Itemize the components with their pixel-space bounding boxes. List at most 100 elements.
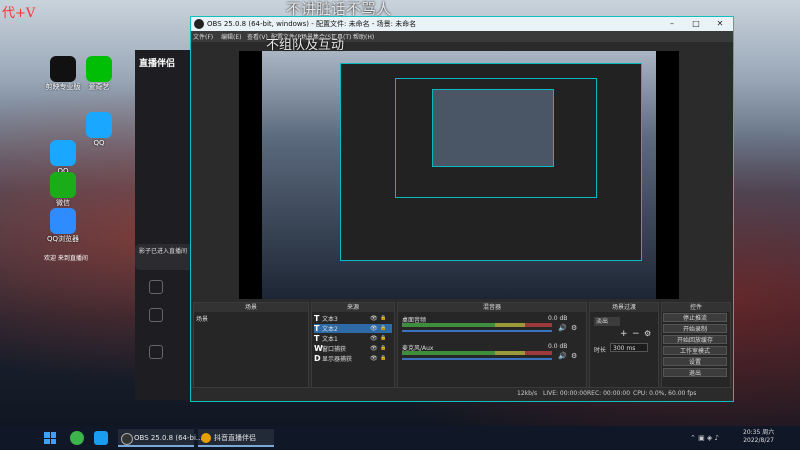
lock-icon[interactable]: 🔒 [380, 314, 386, 323]
desktop-icon[interactable]: QQ浏览器 [44, 208, 82, 243]
preview-capture [262, 51, 656, 299]
capcut-icon [50, 56, 76, 82]
gear-icon[interactable]: ⚙ [571, 352, 577, 360]
source-label: 显示器捕获 [322, 356, 353, 363]
watermark-mid-text: 不组队及互动 [266, 38, 345, 53]
clock-time: 20:35 周六 [743, 429, 775, 436]
obs-window: OBS 25.0.8 (64-bit, windows) - 配置文件: 未命名… [190, 16, 734, 402]
minimize-button[interactable]: – [661, 18, 683, 30]
taskbar-clock[interactable]: 20:35 周六 2022/8/27 [743, 429, 774, 445]
taskbar-app-button[interactable]: 抖音直播伴侣 [198, 429, 274, 447]
desktop-icon[interactable]: 微信 [44, 172, 82, 207]
desktop-icon[interactable]: QQ [44, 140, 82, 175]
visibility-eye-icon[interactable]: 👁 [370, 314, 378, 323]
nested-obs-capture-deep [432, 89, 554, 167]
lock-icon[interactable]: 🔒 [380, 344, 386, 353]
speaker-icon[interactable]: 🔊 [558, 324, 567, 332]
volume-slider[interactable] [402, 330, 552, 332]
gear-icon[interactable]: ⚙ [644, 329, 651, 338]
control-button[interactable]: 设置 [663, 357, 727, 366]
source-label: 窗口捕获 [322, 346, 347, 353]
menu-item[interactable]: 编辑(E) [221, 32, 241, 41]
lock-icon[interactable]: 🔒 [380, 324, 386, 333]
qq-icon [50, 140, 76, 166]
download-icon[interactable] [149, 280, 163, 294]
scene-item[interactable]: 场景 [196, 315, 306, 324]
mixer-dock: 混音器 桌面音频 0.0 dB 🔊 ⚙ 麦克风/Aux 0.0 dB 🔊 ⚙ [397, 302, 587, 388]
obs-window-title: OBS 25.0.8 (64-bit, windows) - 配置文件: 未命名… [207, 20, 417, 28]
visibility-eye-icon[interactable]: 👁 [370, 354, 378, 363]
menu-item[interactable]: 帮助(H) [353, 32, 374, 41]
zhibo-logo: 直播伴侣 [139, 59, 176, 69]
visibility-eye-icon[interactable]: 👁 [370, 344, 378, 353]
taskbar-player-icon[interactable] [94, 431, 108, 445]
obs-icon [121, 433, 133, 445]
transitions-dock-title: 场景过渡 [590, 303, 658, 312]
source-label: 文本3 [322, 316, 338, 323]
zhibo-side-panel: 直播伴侣 [135, 50, 197, 400]
sources-dock-title: 来源 [312, 303, 394, 312]
source-label: 文本2 [322, 326, 338, 333]
taskbar-app-label: OBS 25.0.8 (64-bi... [134, 434, 203, 442]
remove-transition-button[interactable]: − [632, 329, 640, 339]
transition-select[interactable]: 淡出 [594, 317, 620, 326]
chat-icon[interactable] [149, 345, 163, 359]
mixer-dock-title: 混音器 [398, 303, 586, 312]
desktop-icon-label: QQ浏览器 [46, 235, 80, 243]
volume-meter [402, 323, 552, 327]
desktop-icon-label: 爱奇艺 [88, 83, 110, 91]
obs-app-icon [194, 19, 204, 29]
obs-status-bar: 12kb/s LIVE: 00:00:00 REC: 00:00:00 CPU:… [191, 387, 733, 400]
control-button[interactable]: 工作室模式 [663, 346, 727, 355]
visibility-eye-icon[interactable]: 👁 [370, 324, 378, 333]
nested-obs-capture-inner [395, 78, 597, 198]
desktop-icon-label: 微信 [56, 199, 70, 207]
taskbar: OBS 25.0.8 (64-bi... 抖音直播伴侣 ⌃ ▣ ◈ ♪ 20:35… [0, 426, 800, 450]
taskbar-app-label: 抖音直播伴侣 [214, 434, 256, 442]
source-item[interactable]: T 文本1 👁 🔒 [314, 334, 392, 343]
maximize-button[interactable]: □ [685, 18, 707, 30]
obs-title-bar[interactable]: OBS 25.0.8 (64-bit, windows) - 配置文件: 未命名… [191, 17, 733, 31]
qq-icon [86, 112, 112, 138]
menu-item[interactable]: 文件(F) [193, 32, 213, 41]
duration-input[interactable]: 300 ms [610, 343, 648, 352]
speaker-icon[interactable]: 🔊 [558, 352, 567, 360]
lock-icon[interactable]: 🔒 [380, 334, 386, 343]
desktop-icon-label: 剪映专业版 [45, 83, 81, 91]
control-button[interactable]: 开始回放缓存 [663, 335, 727, 344]
taskbar-app-button[interactable]: OBS 25.0.8 (64-bi... [118, 429, 203, 447]
mixer-channel-level: 0.0 dB [548, 315, 568, 322]
source-label: 文本1 [322, 336, 338, 343]
source-item[interactable]: D显示器捕获 👁 🔒 [314, 354, 392, 363]
source-type-icon: T [314, 314, 320, 323]
zhibo-icon [201, 433, 211, 443]
download-icon[interactable] [149, 308, 163, 322]
scenes-dock-title: 场景 [194, 303, 308, 312]
add-transition-button[interactable]: + [620, 329, 628, 339]
windows-start-icon[interactable] [44, 432, 56, 444]
browser-icon [50, 208, 76, 234]
control-button[interactable]: 退出 [663, 368, 727, 377]
menu-item[interactable]: 查看(V) [247, 32, 268, 41]
close-button[interactable]: ✕ [709, 18, 731, 30]
control-button[interactable]: 开始录制 [663, 324, 727, 333]
source-item[interactable]: W窗口捕获 👁 🔒 [314, 344, 392, 353]
source-item[interactable]: T 文本2 👁 🔒 [314, 324, 392, 333]
desktop-icon[interactable]: 剪映专业版 [44, 56, 82, 91]
desktop-icon[interactable]: 爱奇艺 [80, 56, 118, 91]
obs-preview-canvas[interactable] [239, 51, 679, 299]
duration-label: 时长 [594, 347, 607, 354]
source-type-icon: T [314, 334, 320, 343]
source-type-icon: D [314, 354, 321, 363]
control-button[interactable]: 停止推流 [663, 313, 727, 322]
mixer-channel-level: 0.0 dB [548, 343, 568, 350]
visibility-eye-icon[interactable]: 👁 [370, 334, 378, 343]
taskbar-360-icon[interactable] [70, 431, 84, 445]
gear-icon[interactable]: ⚙ [571, 324, 577, 332]
lock-icon[interactable]: 🔒 [380, 354, 386, 363]
volume-slider[interactable] [402, 358, 552, 360]
status-bitrate: 12kb/s [517, 390, 538, 397]
source-item[interactable]: T 文本3 👁 🔒 [314, 314, 392, 323]
desktop-icon[interactable]: QQ [80, 112, 118, 147]
iqiyi-icon [86, 56, 112, 82]
